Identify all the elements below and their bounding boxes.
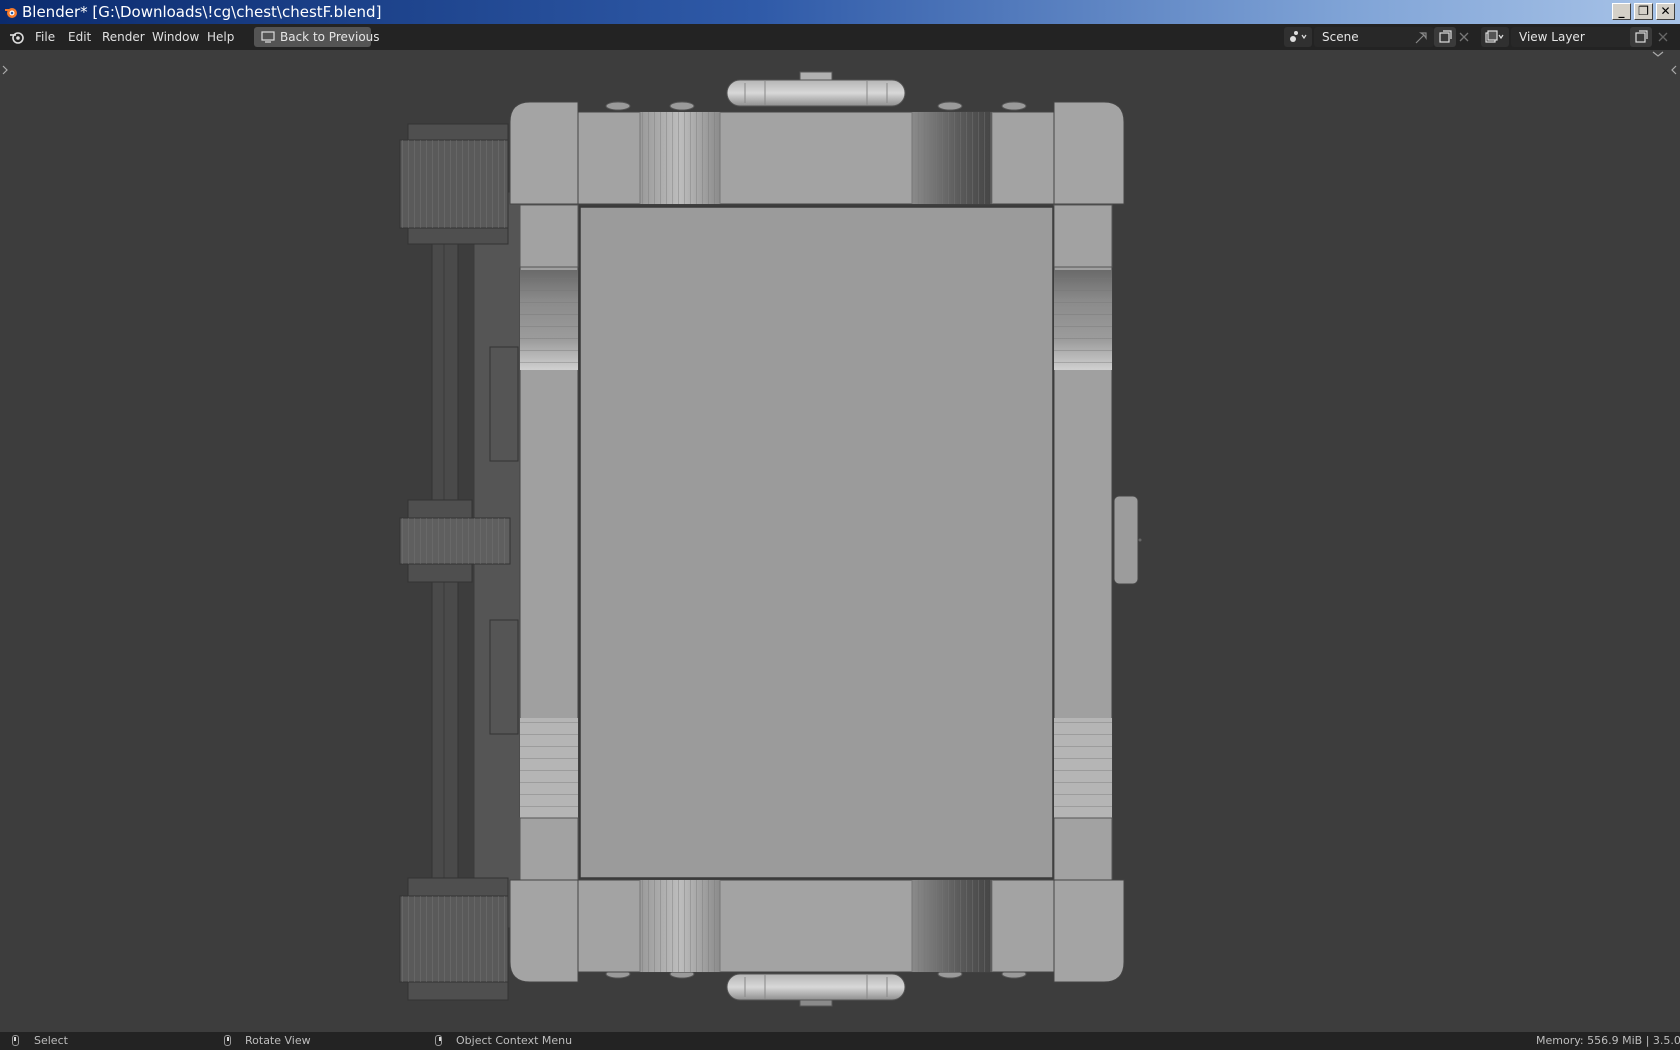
minimize-button[interactable]: _ bbox=[1612, 3, 1631, 20]
new-scene-icon bbox=[1439, 30, 1452, 43]
view-layer-browse-button[interactable] bbox=[1481, 27, 1509, 47]
toolbar-toggle-icon[interactable] bbox=[2, 65, 8, 75]
scene-browse-button[interactable] bbox=[1284, 27, 1312, 47]
back-to-previous-icon bbox=[261, 31, 275, 43]
sidebar-toggle-icon[interactable] bbox=[1671, 65, 1677, 75]
menu-file[interactable]: File bbox=[35, 24, 55, 50]
scene-name: Scene bbox=[1322, 30, 1359, 44]
status-bar: Select Rotate View Object Context Menu M… bbox=[0, 1032, 1680, 1050]
memory-info: Memory: 556.9 MiB | 3.5.0 bbox=[1536, 1034, 1680, 1047]
chest-model[interactable] bbox=[399, 71, 1142, 1007]
mouse-middle-icon bbox=[224, 1035, 231, 1046]
blender-logo-icon bbox=[5, 8, 17, 18]
back-to-previous-label: Back to Previous bbox=[280, 30, 380, 44]
mouse-left-icon bbox=[12, 1035, 19, 1046]
new-scene-button[interactable] bbox=[1434, 27, 1456, 47]
blender-menu-icon[interactable] bbox=[9, 30, 25, 44]
new-view-layer-icon bbox=[1635, 30, 1648, 43]
header-toggle-icon[interactable] bbox=[1652, 51, 1664, 57]
status-select: Select bbox=[34, 1034, 68, 1047]
status-context-menu: Object Context Menu bbox=[456, 1034, 573, 1047]
3d-viewport[interactable] bbox=[0, 50, 1680, 1032]
back-to-previous-button[interactable]: Back to Previous bbox=[254, 27, 380, 47]
view-layer-icon bbox=[1485, 30, 1504, 43]
menu-edit[interactable]: Edit bbox=[68, 24, 91, 50]
restore-button[interactable]: ❐ bbox=[1634, 3, 1653, 20]
pin-icon[interactable] bbox=[1415, 30, 1429, 44]
close-icon[interactable] bbox=[1459, 32, 1469, 42]
menu-window[interactable]: Window bbox=[152, 24, 199, 50]
remove-view-layer-icon[interactable] bbox=[1658, 32, 1668, 42]
close-window-button[interactable]: ✕ bbox=[1656, 3, 1675, 20]
menu-render[interactable]: Render bbox=[102, 24, 145, 50]
status-rotate-view: Rotate View bbox=[245, 1034, 311, 1047]
top-bar: File Edit Render Window Help Back to Pre… bbox=[0, 24, 1680, 50]
view-layer-name: View Layer bbox=[1519, 30, 1585, 44]
window-title: Blender* [G:\Downloads\!cg\chest\chestF.… bbox=[22, 3, 382, 21]
view-layer-name-field[interactable]: View Layer bbox=[1511, 27, 1637, 47]
menu-help[interactable]: Help bbox=[207, 24, 234, 50]
mouse-right-icon bbox=[435, 1035, 442, 1046]
new-view-layer-button[interactable] bbox=[1630, 27, 1652, 47]
scene-icon bbox=[1290, 31, 1307, 42]
window-title-bar: Blender* [G:\Downloads\!cg\chest\chestF.… bbox=[0, 0, 1680, 24]
